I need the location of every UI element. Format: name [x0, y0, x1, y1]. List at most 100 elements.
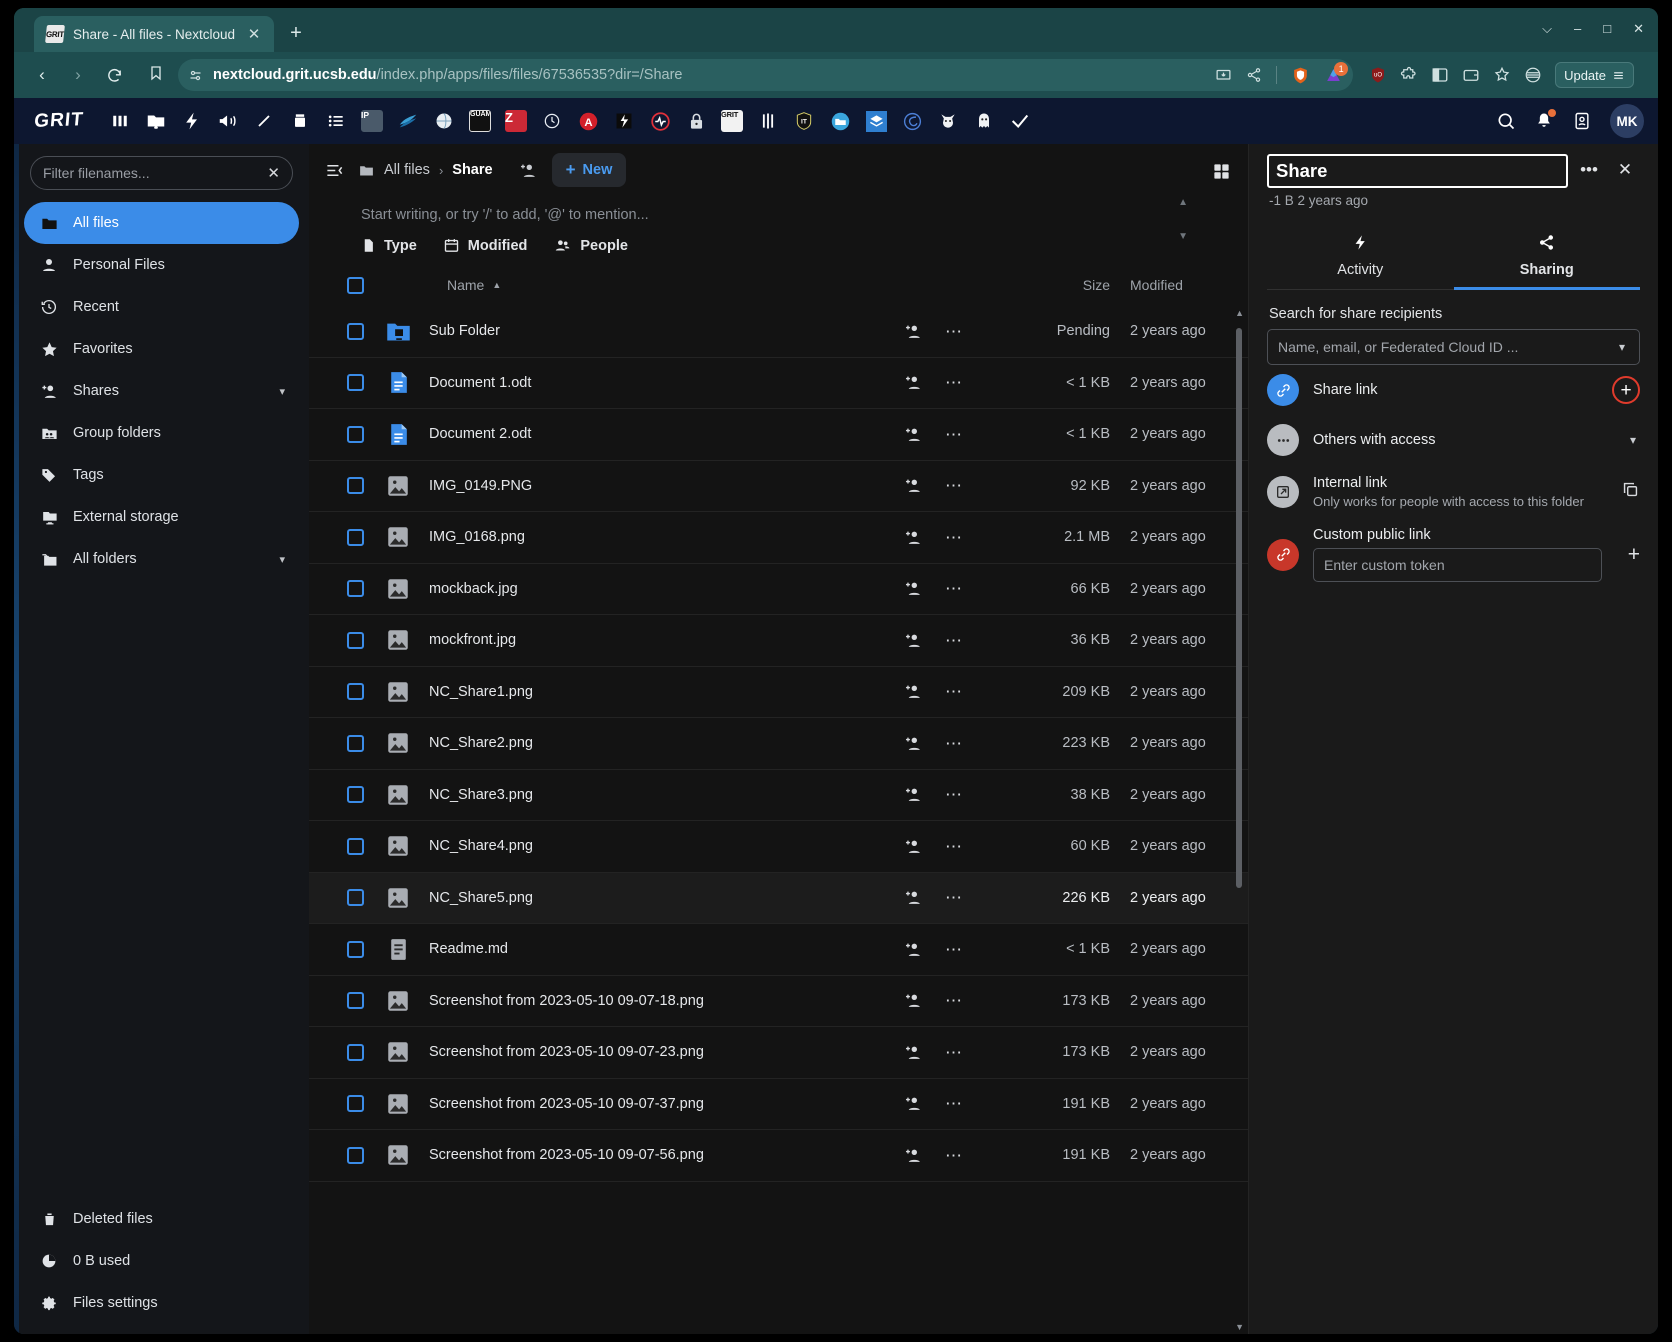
row-menu-icon[interactable]: ⋯ — [945, 477, 964, 494]
row-checkbox[interactable] — [346, 631, 364, 649]
menu-lines-icon[interactable] — [1524, 66, 1542, 84]
browser-tab[interactable]: GRIT Share - All files - Nextcloud ✕ — [34, 16, 275, 52]
collapse-sidebar-icon[interactable] — [325, 161, 344, 180]
sidebar-item-external-storage[interactable]: External storage — [24, 496, 299, 538]
row-checkbox[interactable] — [346, 580, 364, 598]
file-name-cell[interactable]: NC_Share3 .png — [383, 780, 904, 810]
dashboard-icon[interactable] — [102, 101, 138, 141]
file-name-cell[interactable]: Sub Folder — [383, 316, 904, 346]
row-checkbox[interactable] — [346, 786, 364, 804]
guam-icon[interactable]: GUAM — [462, 101, 498, 141]
filter-chip-type[interactable]: Type — [361, 237, 417, 254]
share-file-icon[interactable] — [904, 373, 923, 392]
announcements-icon[interactable] — [210, 101, 246, 141]
table-row[interactable]: NC_Share1 .png ⋯ 209 KB 2 years ago — [309, 667, 1248, 718]
share-file-icon[interactable] — [904, 425, 923, 444]
row-menu-icon[interactable]: ⋯ — [945, 889, 964, 906]
row-menu-icon[interactable]: ⋯ — [945, 941, 964, 958]
table-row[interactable]: Screenshot from 2023-05-10 09-07-56 .png ⋯… — [309, 1130, 1248, 1182]
row-checkbox[interactable] — [346, 940, 364, 958]
tab-close-icon[interactable]: ✕ — [244, 27, 264, 42]
share-file-icon[interactable] — [904, 528, 923, 547]
new-button[interactable]: + New — [551, 153, 627, 187]
breadcrumb-item-all-files[interactable]: All files — [384, 162, 430, 178]
table-row[interactable]: Screenshot from 2023-05-10 09-07-37 .png ⋯… — [309, 1079, 1248, 1130]
row-menu-icon[interactable]: ⋯ — [945, 1147, 964, 1164]
select-all-checkbox[interactable] — [346, 276, 364, 294]
heartbeat-icon[interactable] — [642, 101, 678, 141]
share-file-icon[interactable] — [904, 991, 923, 1010]
leo-ai-icon[interactable] — [1493, 66, 1511, 84]
table-row[interactable]: Readme .md ⋯ < 1 KB 2 years ago — [309, 924, 1248, 976]
chevron-down-icon[interactable]: ▾ — [279, 385, 285, 398]
row-checkbox[interactable] — [346, 477, 364, 495]
row-checkbox[interactable] — [346, 322, 364, 340]
sidebar-item-recent[interactable]: Recent — [24, 286, 299, 328]
bookstack-icon[interactable] — [282, 101, 318, 141]
table-row[interactable]: mockfront .jpg ⋯ 36 KB 2 years ago — [309, 615, 1248, 667]
row-menu-icon[interactable]: ⋯ — [945, 374, 964, 391]
bell-icon[interactable] — [1526, 101, 1562, 141]
activity-icon[interactable] — [174, 101, 210, 141]
notes-icon[interactable] — [246, 101, 282, 141]
search-icon[interactable] — [1488, 101, 1524, 141]
filter-filenames-input[interactable] — [43, 165, 268, 181]
columns-icon[interactable] — [750, 101, 786, 141]
user-avatar[interactable]: MK — [1610, 104, 1644, 138]
share-file-icon[interactable] — [904, 1146, 923, 1165]
share-file-icon[interactable] — [904, 476, 923, 495]
custom-token-box[interactable] — [1313, 548, 1602, 582]
files-icon[interactable] — [138, 101, 174, 141]
scroll-down-icon[interactable]: ▼ — [1235, 1322, 1244, 1332]
file-name-cell[interactable]: NC_Share4 .png — [383, 831, 904, 861]
row-menu-icon[interactable]: ⋯ — [945, 632, 964, 649]
file-name-cell[interactable]: NC_Share1 .png — [383, 677, 904, 707]
reload-icon[interactable] — [98, 59, 130, 91]
add-share-link-button[interactable]: + — [1612, 376, 1640, 404]
column-header-size[interactable]: Size — [1024, 277, 1110, 293]
share-file-icon[interactable] — [904, 837, 923, 856]
details-title-input[interactable] — [1267, 154, 1568, 188]
share-file-icon[interactable] — [904, 631, 923, 650]
table-row[interactable]: Sub Folder ⋯ Pending 2 years ago — [309, 306, 1248, 358]
filter-chip-people[interactable]: People — [553, 237, 628, 254]
ublock-origin-icon[interactable]: uO — [1369, 66, 1387, 84]
scroll-up-icon[interactable]: ▲ — [1235, 308, 1244, 318]
clock-icon[interactable] — [534, 101, 570, 141]
row-checkbox[interactable] — [346, 889, 364, 907]
file-name-cell[interactable]: Screenshot from 2023-05-10 09-07-23 .png — [383, 1037, 904, 1067]
row-checkbox[interactable] — [346, 425, 364, 443]
row-menu-icon[interactable]: ⋯ — [945, 1095, 964, 1112]
grit-app-icon[interactable]: GRIT — [714, 101, 750, 141]
ghost-icon[interactable] — [966, 101, 1002, 141]
copy-icon[interactable] — [1621, 480, 1640, 504]
sidebar-item-deleted-files[interactable]: Deleted files — [24, 1198, 299, 1240]
share-file-icon[interactable] — [904, 785, 923, 804]
row-menu-icon[interactable]: ⋯ — [945, 529, 964, 546]
row-menu-icon[interactable]: ⋯ — [945, 1044, 964, 1061]
file-name-cell[interactable]: IMG_0149 .PNG — [383, 471, 904, 501]
row-checkbox[interactable] — [346, 1146, 364, 1164]
analytics-icon[interactable]: A — [570, 101, 606, 141]
grit-logo[interactable]: GRIT — [27, 107, 92, 135]
table-row[interactable]: Document 1 .odt ⋯ < 1 KB 2 years ago — [309, 358, 1248, 409]
zotero-icon[interactable]: Z — [498, 101, 534, 141]
details-menu-icon[interactable]: ••• — [1574, 154, 1604, 186]
maximize-button[interactable]: □ — [1603, 22, 1611, 35]
ip-tool-icon[interactable]: IP — [354, 101, 390, 141]
row-menu-icon[interactable]: ⋯ — [945, 838, 964, 855]
share-file-icon[interactable] — [904, 940, 923, 959]
file-name-cell[interactable]: mockfront .jpg — [383, 625, 904, 655]
grid-view-toggle[interactable] — [1206, 156, 1236, 186]
details-close-icon[interactable]: ✕ — [1610, 154, 1640, 186]
sidebar-item-group-folders[interactable]: Group folders — [24, 412, 299, 454]
custom-token-input[interactable] — [1324, 557, 1591, 573]
custom-public-link-row[interactable]: Custom public link + — [1267, 518, 1640, 591]
save-page-icon[interactable] — [1215, 67, 1232, 84]
table-row[interactable]: NC_Share5 .png ⋯ 226 KB 2 years ago — [309, 872, 1248, 924]
file-name-cell[interactable]: NC_Share2 .png — [383, 728, 904, 758]
share-file-icon[interactable] — [904, 682, 923, 701]
share-file-icon[interactable] — [904, 1094, 923, 1113]
file-name-cell[interactable]: Document 2 .odt — [383, 419, 904, 449]
chevron-down-icon[interactable]: ▾ — [1619, 340, 1629, 354]
